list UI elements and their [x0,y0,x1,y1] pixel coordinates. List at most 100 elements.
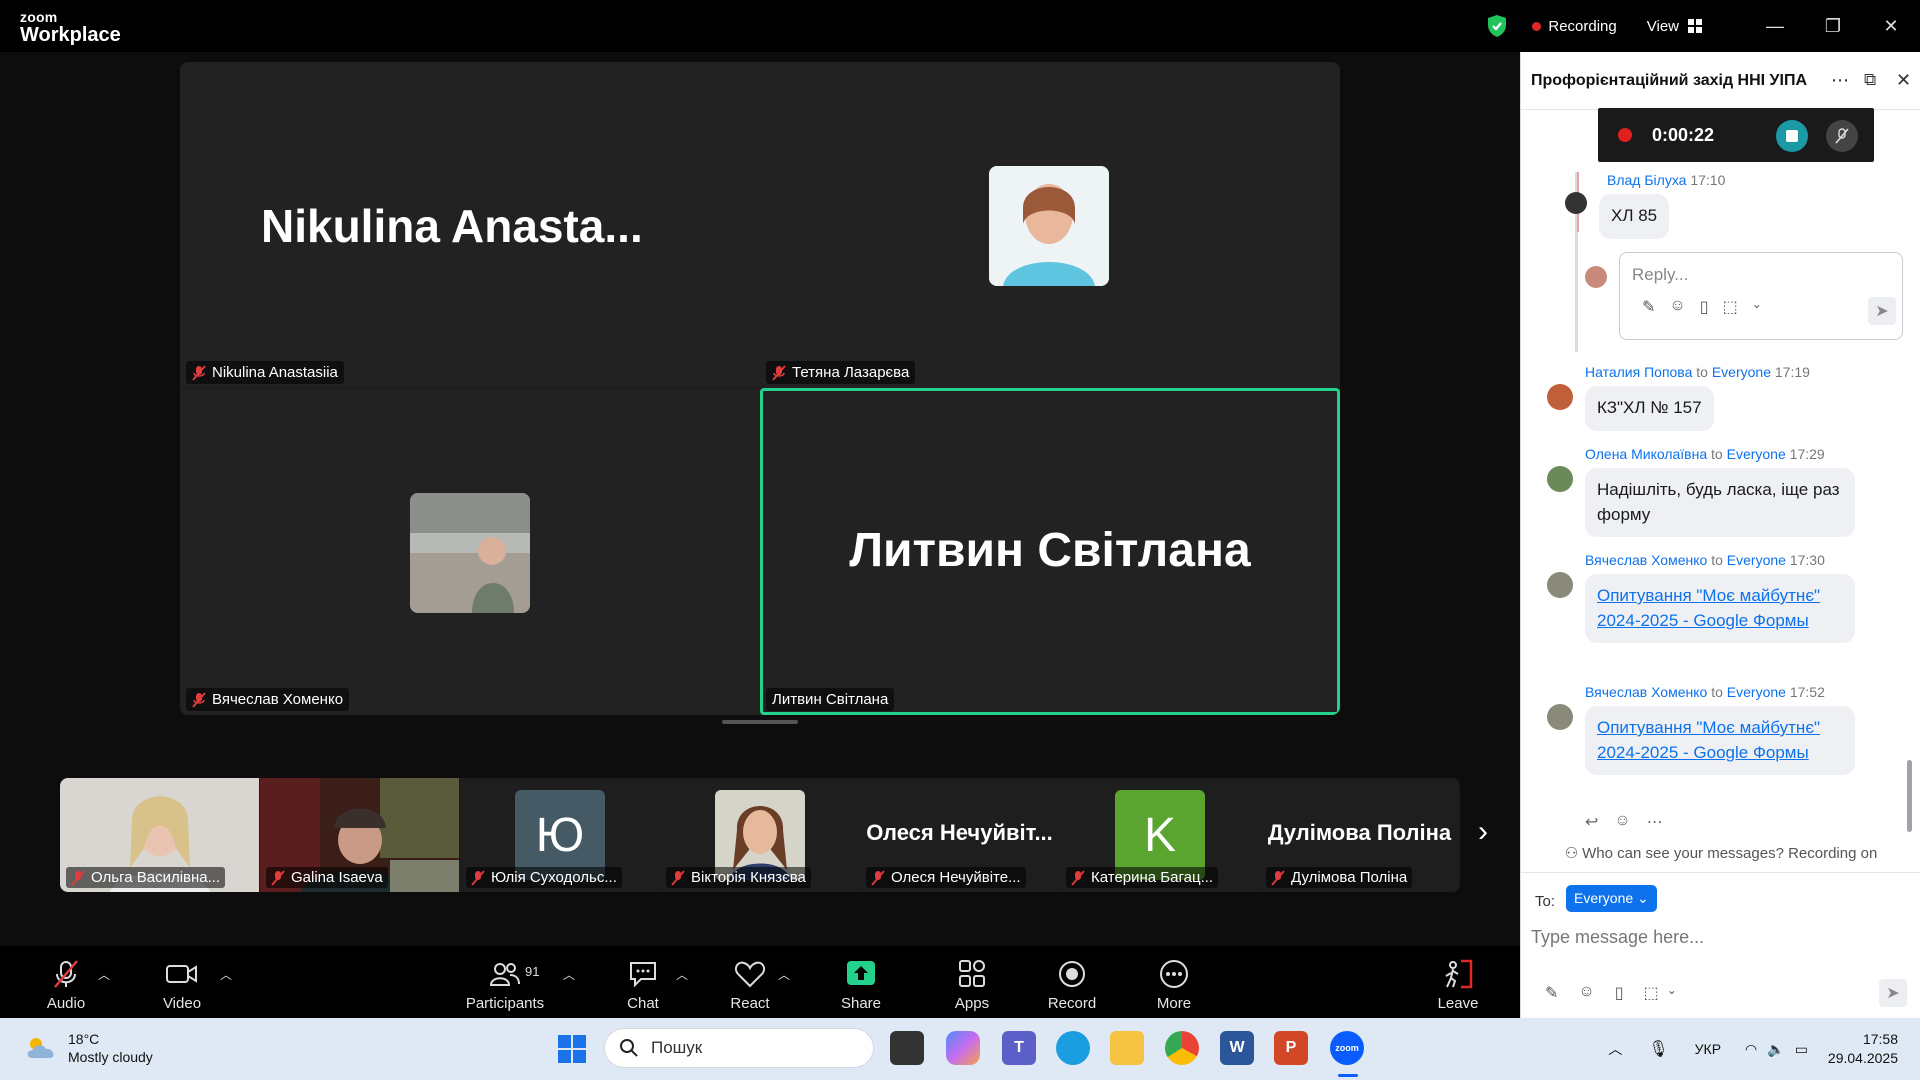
emoji-icon[interactable]: ☺ [1578,983,1594,1003]
file-icon[interactable]: ▯ [1700,297,1709,317]
audio-label: Audio [46,995,86,1012]
video-tile-active-speaker[interactable]: Литвин Світлана Литвин Світлана [760,389,1340,715]
video-tile[interactable]: Nikulina Anasta... Nikulina Anastasiia [180,62,760,388]
strip-tile[interactable]: Galina Isaeva [260,778,459,892]
sender-name: Вячеслав Хоменко [1585,552,1708,568]
copilot-icon[interactable] [946,1031,980,1065]
react-options-caret-icon[interactable]: ︿ [778,966,790,983]
send-message-button[interactable]: ➤ [1879,979,1907,1007]
message-bubble: Опитування "Моє майбутнє" 2024-2025 - Go… [1585,706,1855,776]
visibility-note[interactable]: ⚇ Who can see your messages? Recording on [1521,844,1920,862]
windows-taskbar: 18°C Mostly cloudy Пошук T W P zoom ︿ 🎙 … [0,1018,1920,1080]
participants-label: Participants [465,995,545,1012]
chat-message: Олена Миколаївна to Everyone 17:29 Надіш… [1533,446,1855,538]
clock-time: 17:58 [1862,1031,1898,1048]
compose-area: To: Everyone ⌄ Type message here... ✎ ☺ … [1521,872,1920,1018]
participant-name: Ольга Василівна... [91,869,221,886]
language-indicator[interactable]: УКР [1695,1041,1721,1057]
apps-label: Apps [954,995,990,1012]
record-button[interactable]: Record [1022,946,1122,1018]
close-chat-icon[interactable]: ✕ [1896,70,1911,91]
system-clock[interactable]: 17:58 29.04.2025 [1828,1030,1898,1068]
message-time: 17:19 [1774,364,1810,380]
strip-tile[interactable]: Ольга Василівна... [60,778,259,892]
message-input[interactable]: Type message here... [1531,927,1704,948]
chevron-down-icon[interactable]: ⌄ [1752,297,1762,317]
participants-count: 91 [525,964,540,979]
video-tile[interactable]: Тетяна Лазарєва [760,62,1340,388]
participant-name-tag: Вячеслав Хоменко [186,688,350,711]
format-text-icon[interactable]: ✎ [1642,297,1655,317]
start-windows-icon[interactable] [556,1033,588,1065]
recipient-select[interactable]: Everyone ⌄ [1566,885,1657,912]
screenshot-icon[interactable]: ⬚ [1723,297,1738,317]
security-shield-icon[interactable] [1486,14,1508,38]
recording-indicator[interactable]: Recording [1532,18,1617,35]
form-link[interactable]: Опитування "Моє майбутнє" 2024-2025 - Go… [1597,718,1820,762]
grid-view-icon [1688,19,1702,33]
more-label: More [1156,995,1192,1012]
format-text-icon[interactable]: ✎ [1545,983,1558,1003]
video-gallery: Nikulina Anasta... Nikulina Anastasiia Т… [180,62,1340,715]
recording-mic-button[interactable] [1826,120,1858,152]
taskbar-search[interactable]: Пошук [604,1028,874,1068]
gallery-page-indicator[interactable] [722,720,798,724]
apps-button[interactable]: Apps [922,946,1022,1018]
file-icon[interactable]: ▯ [1615,983,1624,1003]
strip-tile[interactable]: Вікторія Князєва [660,778,859,892]
participants-options-caret-icon[interactable]: ︿ [563,966,575,983]
maximize-button[interactable]: ❐ [1804,0,1862,52]
teams-icon[interactable]: T [1002,1031,1036,1065]
video-options-caret-icon[interactable]: ︿ [220,966,232,983]
form-link[interactable]: Опитування "Моє майбутнє" 2024-2025 - Go… [1597,586,1820,630]
wifi-icon[interactable]: ◠ [1745,1041,1757,1058]
more-button[interactable]: More [1124,946,1224,1018]
leave-button[interactable]: Leave [1408,946,1508,1018]
screenshot-icon[interactable]: ⬚ [1644,983,1659,1003]
send-reply-button[interactable]: ➤ [1868,297,1896,325]
zoom-app-icon[interactable]: zoom [1330,1031,1364,1065]
close-window-button[interactable]: ✕ [1862,0,1920,52]
share-button[interactable]: Share [811,946,911,1018]
video-tile[interactable]: Вячеслав Хоменко [180,389,760,715]
strip-tile[interactable]: Дулімова Поліна Дулімова Поліна [1260,778,1459,892]
title-bar: zoom Workplace Recording View — ❐ ✕ [0,0,1920,52]
add-reaction-icon[interactable]: ☺ [1614,812,1630,832]
strip-next-arrow-icon[interactable]: › [1478,815,1488,849]
file-explorer-icon[interactable] [1110,1031,1144,1065]
stop-recording-button[interactable] [1776,120,1808,152]
popout-icon[interactable]: ⧉ [1864,70,1876,90]
view-button[interactable]: View [1647,18,1702,35]
powerpoint-icon[interactable]: P [1274,1031,1308,1065]
edge-browser-icon[interactable] [1056,1031,1090,1065]
show-hidden-icons-icon[interactable]: ︿ [1608,1039,1622,1059]
chrome-icon[interactable] [1165,1031,1199,1065]
chat-options-caret-icon[interactable]: ︿ [676,966,688,983]
chevron-down-icon[interactable]: ⌄ [1667,983,1677,1003]
chat-more-options-icon[interactable]: ⋯ [1831,70,1849,91]
heart-icon [734,961,766,988]
more-actions-icon[interactable]: ⋯ [1647,812,1663,832]
temperature: 18°C [68,1031,100,1047]
task-view-icon[interactable] [890,1031,924,1065]
emoji-icon[interactable]: ☺ [1669,297,1685,317]
participants-button[interactable]: Participants [455,946,555,1018]
reply-box[interactable]: Reply... ✎ ☺ ▯ ⬚ ⌄ ➤ [1619,252,1903,340]
message-text: КЗ"ХЛ № 157 [1585,386,1714,431]
chat-scrollbar[interactable] [1907,760,1912,832]
audio-options-caret-icon[interactable]: ︿ [98,966,110,983]
strip-tile[interactable]: K Катерина Багац... [1060,778,1259,892]
recipient: Everyone [1711,364,1771,380]
reply-in-thread-icon[interactable]: ↩ [1585,812,1598,832]
strip-tile[interactable]: Ю Юлія Суходольс... [460,778,659,892]
battery-icon[interactable]: ▭ [1795,1041,1808,1058]
word-icon[interactable]: W [1220,1031,1254,1065]
microphone-icon[interactable]: 🎙 [1648,1039,1668,1059]
recording-timer: 0:00:22 [1652,124,1715,145]
weather-widget[interactable]: 18°C Mostly cloudy [24,1030,153,1066]
video-button[interactable]: Video [132,946,232,1018]
volume-icon[interactable]: 🔈 [1767,1041,1784,1058]
strip-tile[interactable]: Олеся Нечуйвіт... Олеся Нечуйвіте... [860,778,1059,892]
minimize-button[interactable]: — [1746,0,1804,52]
participant-strip: Ольга Василівна... Galina Isaeva Ю Юлія … [60,778,1460,892]
